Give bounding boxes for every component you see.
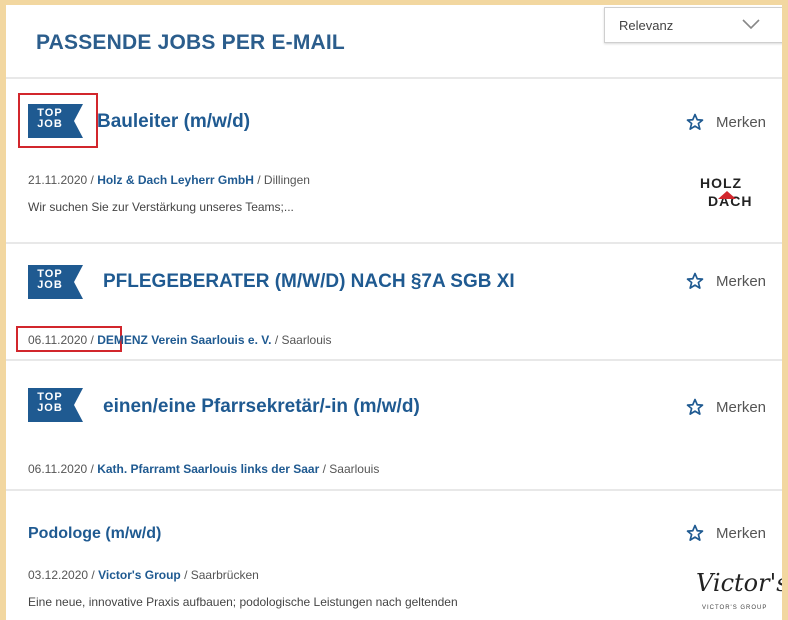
job-title-link[interactable]: PFLEGEBERATER (M/W/D) NACH §7A SGB XI: [103, 271, 515, 293]
job-list-item: TOP JOB Bauleiter (m/w/d) Merken 21.11.20…: [6, 79, 782, 244]
star-outline-icon: [686, 272, 704, 289]
sort-dropdown[interactable]: Relevanz: [604, 7, 782, 43]
save-label: Merken: [716, 524, 767, 542]
job-meta: 03.12.2020 / Victor's Group / Saarbrücke…: [28, 568, 259, 582]
job-meta: 21.11.2020 / Holz & Dach Leyherr GmbH / …: [28, 173, 310, 187]
job-location: Saarbrücken: [190, 568, 259, 582]
job-location: Saarlouis: [329, 462, 380, 476]
company-link[interactable]: Victor's Group: [98, 568, 181, 582]
badge-line-2: JOB: [37, 118, 63, 130]
save-job-button[interactable]: Merken: [686, 398, 766, 416]
badge-line-2: JOB: [37, 402, 63, 414]
company-logo: Victor's VICTOR'S GROUP: [690, 569, 782, 619]
job-list-panel: PASSENDE JOBS PER E-MAIL Relevanz TOP JOB…: [6, 5, 782, 620]
job-date: 03.12.2020: [28, 568, 89, 582]
job-meta: 06.11.2020 / Kath. Pfarramt Saarlouis li…: [28, 462, 380, 476]
job-description: Wir suchen Sie zur Verstärkung unseres T…: [28, 200, 294, 214]
badge-line-2: JOB: [37, 279, 63, 291]
top-job-badge: TOP JOB: [28, 388, 83, 422]
logo-line-2: VICTOR'S GROUP: [702, 605, 768, 611]
job-location: Dillingen: [263, 173, 310, 187]
page-title: PASSENDE JOBS PER E-MAIL: [36, 31, 345, 54]
list-header: PASSENDE JOBS PER E-MAIL Relevanz: [6, 5, 782, 79]
job-list-item: Podologe (m/w/d) Merken 03.12.2020 / Vic…: [6, 491, 782, 620]
company-link[interactable]: DEMENZ Verein Saarlouis e. V.: [97, 333, 271, 347]
star-outline-icon: [686, 398, 704, 415]
top-job-badge: TOP JOB: [28, 104, 83, 138]
save-job-button[interactable]: Merken: [686, 272, 766, 290]
logo-line-1: HOLZ: [700, 175, 743, 191]
job-list-item: TOP JOB PFLEGEBERATER (M/W/D) NACH §7A SG…: [6, 244, 782, 361]
job-title-link[interactable]: Bauleiter (m/w/d): [97, 111, 250, 133]
job-date: 06.11.2020: [28, 333, 88, 347]
save-job-button[interactable]: Merken: [686, 113, 766, 131]
job-meta: 06.11.2020 / DEMENZ Verein Saarlouis e. …: [28, 333, 332, 347]
save-label: Merken: [716, 398, 767, 416]
company-link[interactable]: Kath. Pfarramt Saarlouis links der Saar: [97, 462, 319, 476]
save-label: Merken: [716, 113, 767, 131]
job-list-item: TOP JOB einen/eine Pfarrsekretär/-in (m/w…: [6, 361, 782, 491]
logo-line-1: Victor's: [696, 569, 782, 597]
top-job-badge: TOP JOB: [28, 265, 83, 299]
job-title-link[interactable]: einen/eine Pfarrsekretär/-in (m/w/d): [103, 396, 420, 418]
star-outline-icon: [686, 113, 704, 130]
job-date: 21.11.2020: [28, 173, 88, 187]
job-title-link[interactable]: Podologe (m/w/d): [28, 525, 161, 543]
chevron-down-icon: [742, 19, 760, 30]
sort-selected-value: Relevanz: [619, 18, 674, 33]
save-job-button[interactable]: Merken: [686, 524, 766, 542]
job-description: Eine neue, innovative Praxis aufbauen; p…: [28, 595, 458, 609]
roof-icon: [718, 191, 736, 199]
company-logo: HOLZ DACH: [696, 173, 766, 213]
job-location: Saarlouis: [281, 333, 332, 347]
star-outline-icon: [686, 524, 704, 541]
save-label: Merken: [716, 272, 767, 290]
job-date: 06.11.2020: [28, 462, 88, 476]
company-link[interactable]: Holz & Dach Leyherr GmbH: [97, 173, 254, 187]
